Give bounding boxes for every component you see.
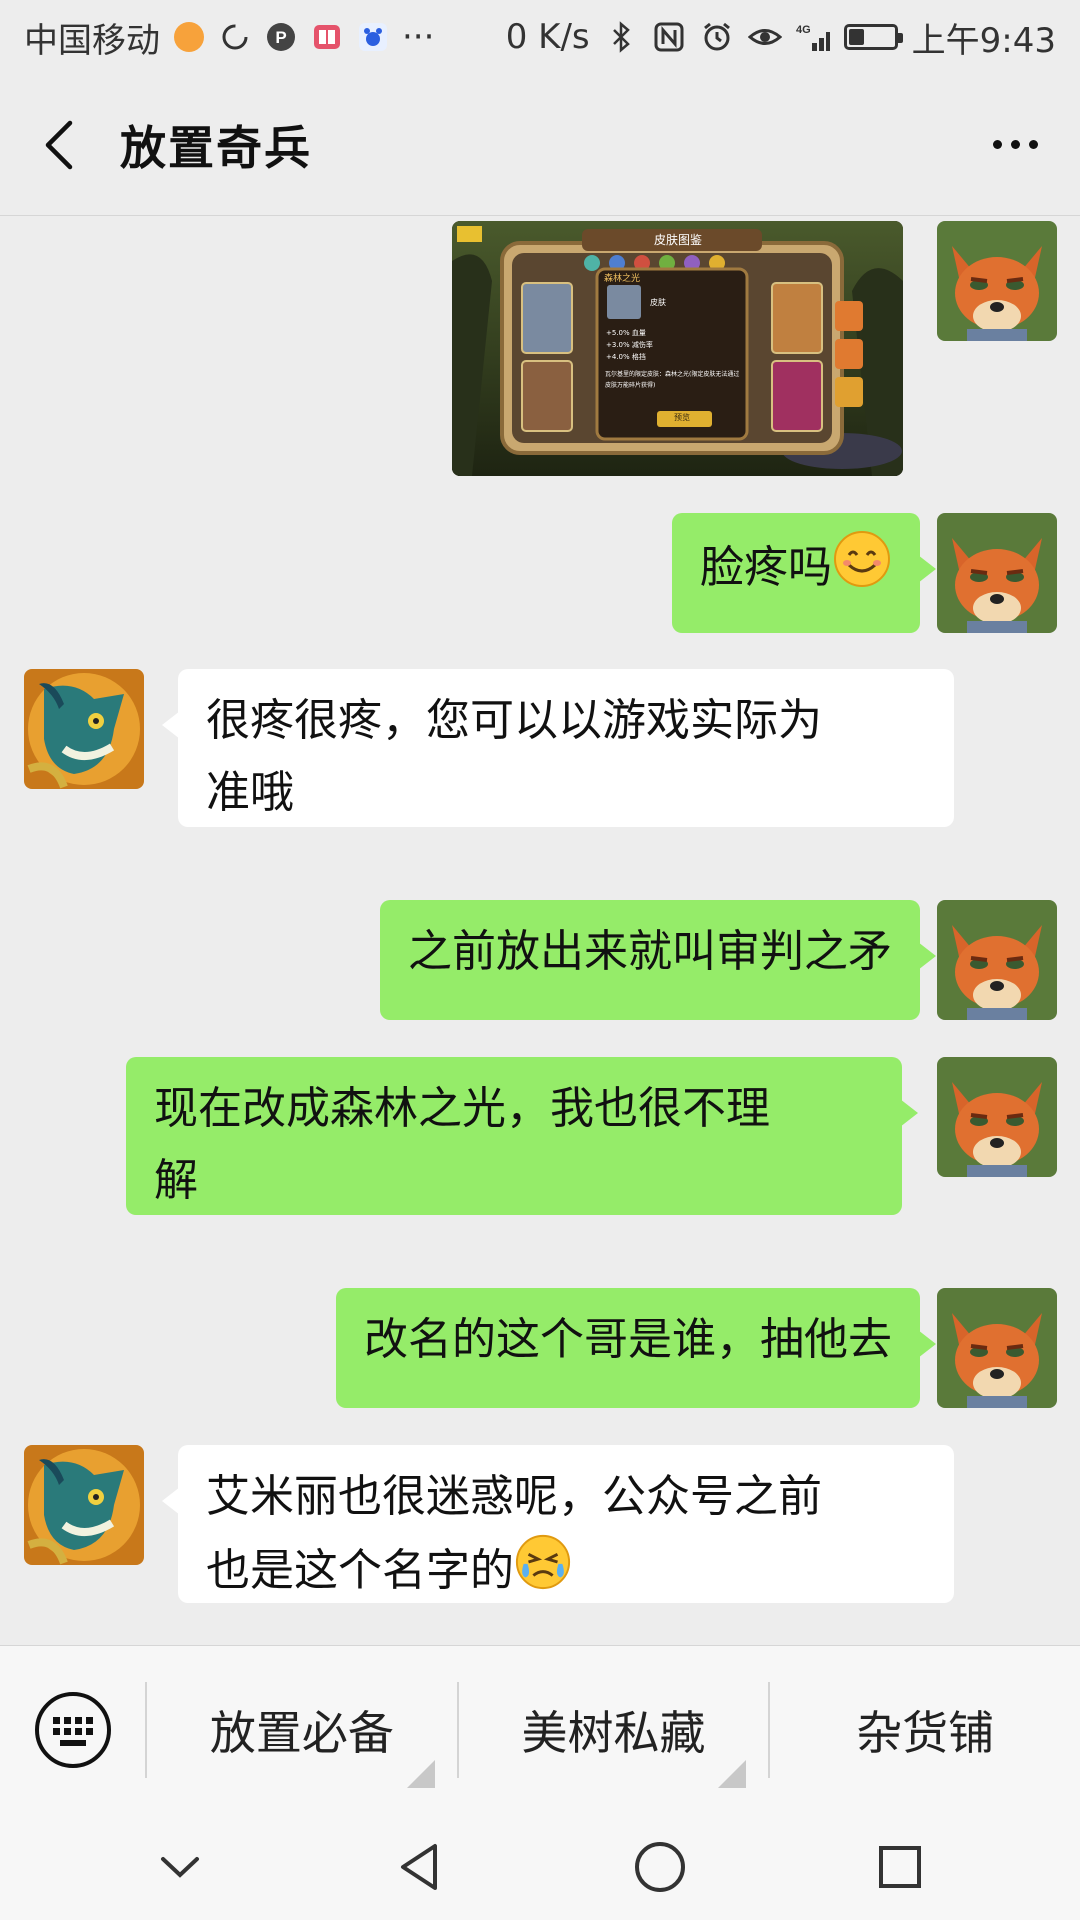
message-text-line: 也是这个名字的	[206, 1545, 514, 1596]
message-text-line: 很疼很疼，您可以以游戏实际为	[206, 695, 822, 746]
keyboard-toggle-button[interactable]	[0, 1646, 145, 1814]
message-text: 改名的这个哥是谁，抽他去	[364, 1314, 892, 1365]
chevron-down-icon	[161, 1856, 199, 1878]
nfc-icon	[652, 20, 686, 54]
menu-item-label: 放置必备	[209, 1705, 394, 1760]
game-skin-label: 皮肤	[650, 298, 666, 307]
submenu-indicator-icon	[406, 1759, 435, 1788]
system-navigation-bar	[0, 1813, 1080, 1920]
chat-title: 放置奇兵	[120, 120, 312, 175]
message-list[interactable]: 皮肤图鉴 森林之光 皮肤 +5.0% 血量 +3.0% 减伤率 +4.0% 格挡…	[0, 217, 1080, 1644]
my-avatar[interactable]	[937, 221, 1057, 341]
message-text-line: 解	[154, 1155, 198, 1206]
game-skin-note: 瓦尔基里的限定皮肤：森林之光(限定皮肤无法通过皮肤万能碎片获得)	[605, 371, 740, 389]
game-popup-title: 森林之光	[604, 274, 641, 284]
overflow-notification-icon: ···	[402, 17, 435, 57]
hide-nav-button[interactable]	[140, 1827, 220, 1907]
submenu-indicator-icon	[718, 1759, 747, 1788]
status-bar: 中国移动 P ··· 0 K/s 4G 上午9:43	[0, 0, 1080, 74]
game-screenshot-image[interactable]: 皮肤图鉴 森林之光 皮肤 +5.0% 血量 +3.0% 减伤率 +4.0% 格挡…	[452, 221, 903, 476]
keyboard-icon	[34, 1691, 111, 1768]
my-message-bubble[interactable]: 现在改成森林之光，我也很不理 解	[126, 1057, 918, 1215]
smile-emoji-icon	[832, 529, 892, 611]
menu-item-label: 美树私藏	[521, 1705, 706, 1760]
game-stat-1: +5.0% 血量	[606, 329, 646, 337]
message-text-line: 艾米丽也很迷惑呢，公众号之前	[206, 1471, 822, 1522]
my-message-bubble[interactable]: 脸疼吗	[672, 513, 936, 633]
nav-recents-button[interactable]	[860, 1827, 940, 1907]
message-text-line: 现在改成森林之光，我也很不理	[154, 1083, 770, 1134]
tears-emoji-icon	[514, 1533, 572, 1613]
back-arrow-icon	[45, 120, 73, 169]
game-stat-3: +4.0% 格挡	[606, 353, 646, 361]
battery-icon	[843, 24, 903, 50]
svg-text:P: P	[275, 28, 286, 47]
my-avatar[interactable]	[937, 513, 1057, 633]
p-app-icon: P	[264, 20, 298, 54]
contact-avatar[interactable]	[24, 669, 144, 789]
bluetooth-icon	[604, 20, 638, 54]
my-avatar[interactable]	[937, 1057, 1057, 1177]
nav-home-button[interactable]	[620, 1827, 700, 1907]
chat-header: 放置奇兵	[0, 74, 1080, 216]
menu-item-grocery-store[interactable]: 杂货铺	[768, 1681, 1080, 1778]
message-text: 之前放出来就叫审判之矛	[408, 926, 892, 977]
contact-avatar[interactable]	[24, 1445, 144, 1565]
my-avatar[interactable]	[937, 900, 1057, 1020]
signal-4g-icon: 4G	[796, 20, 830, 54]
game-screen-title: 皮肤图鉴	[654, 233, 703, 247]
network-speed: 0 K/s	[505, 17, 590, 57]
game-preview-button: 预览	[674, 413, 690, 422]
message-text-line: 准哦	[206, 767, 294, 818]
square-recents-icon	[879, 1845, 921, 1888]
my-message-bubble[interactable]: 之前放出来就叫审判之矛	[380, 900, 936, 1020]
my-avatar[interactable]	[937, 1288, 1057, 1408]
contact-message-bubble[interactable]: 很疼很疼，您可以以游戏实际为 准哦	[162, 669, 954, 827]
nav-back-button[interactable]	[380, 1827, 460, 1907]
alarm-icon	[700, 20, 734, 54]
message-text: 脸疼吗	[700, 542, 832, 593]
circle-home-icon	[635, 1841, 685, 1892]
triangle-back-icon	[401, 1843, 437, 1890]
book-app-icon	[310, 20, 344, 54]
app-notification-icon	[172, 20, 206, 54]
eye-comfort-icon	[747, 20, 782, 54]
game-stat-2: +3.0% 减伤率	[606, 341, 653, 349]
svg-text:4G: 4G	[796, 24, 811, 36]
back-button[interactable]	[0, 74, 120, 216]
loading-ring-icon	[218, 20, 252, 54]
more-dots-icon	[992, 140, 1002, 149]
my-message-bubble[interactable]: 改名的这个哥是谁，抽他去	[336, 1288, 936, 1408]
menu-item-label: 杂货铺	[856, 1705, 995, 1760]
clock: 上午9:43	[911, 20, 1056, 61]
official-account-menu: 放置必备 美树私藏 杂货铺	[0, 1645, 1080, 1813]
menu-item-meishu-collection[interactable]: 美树私藏	[456, 1681, 769, 1788]
more-button[interactable]	[950, 74, 1080, 216]
contact-message-bubble[interactable]: 艾米丽也很迷惑呢，公众号之前 也是这个名字的	[162, 1445, 954, 1603]
baidu-app-icon	[356, 20, 390, 54]
menu-item-placement-essentials[interactable]: 放置必备	[145, 1681, 457, 1788]
carrier-label: 中国移动	[24, 20, 160, 61]
